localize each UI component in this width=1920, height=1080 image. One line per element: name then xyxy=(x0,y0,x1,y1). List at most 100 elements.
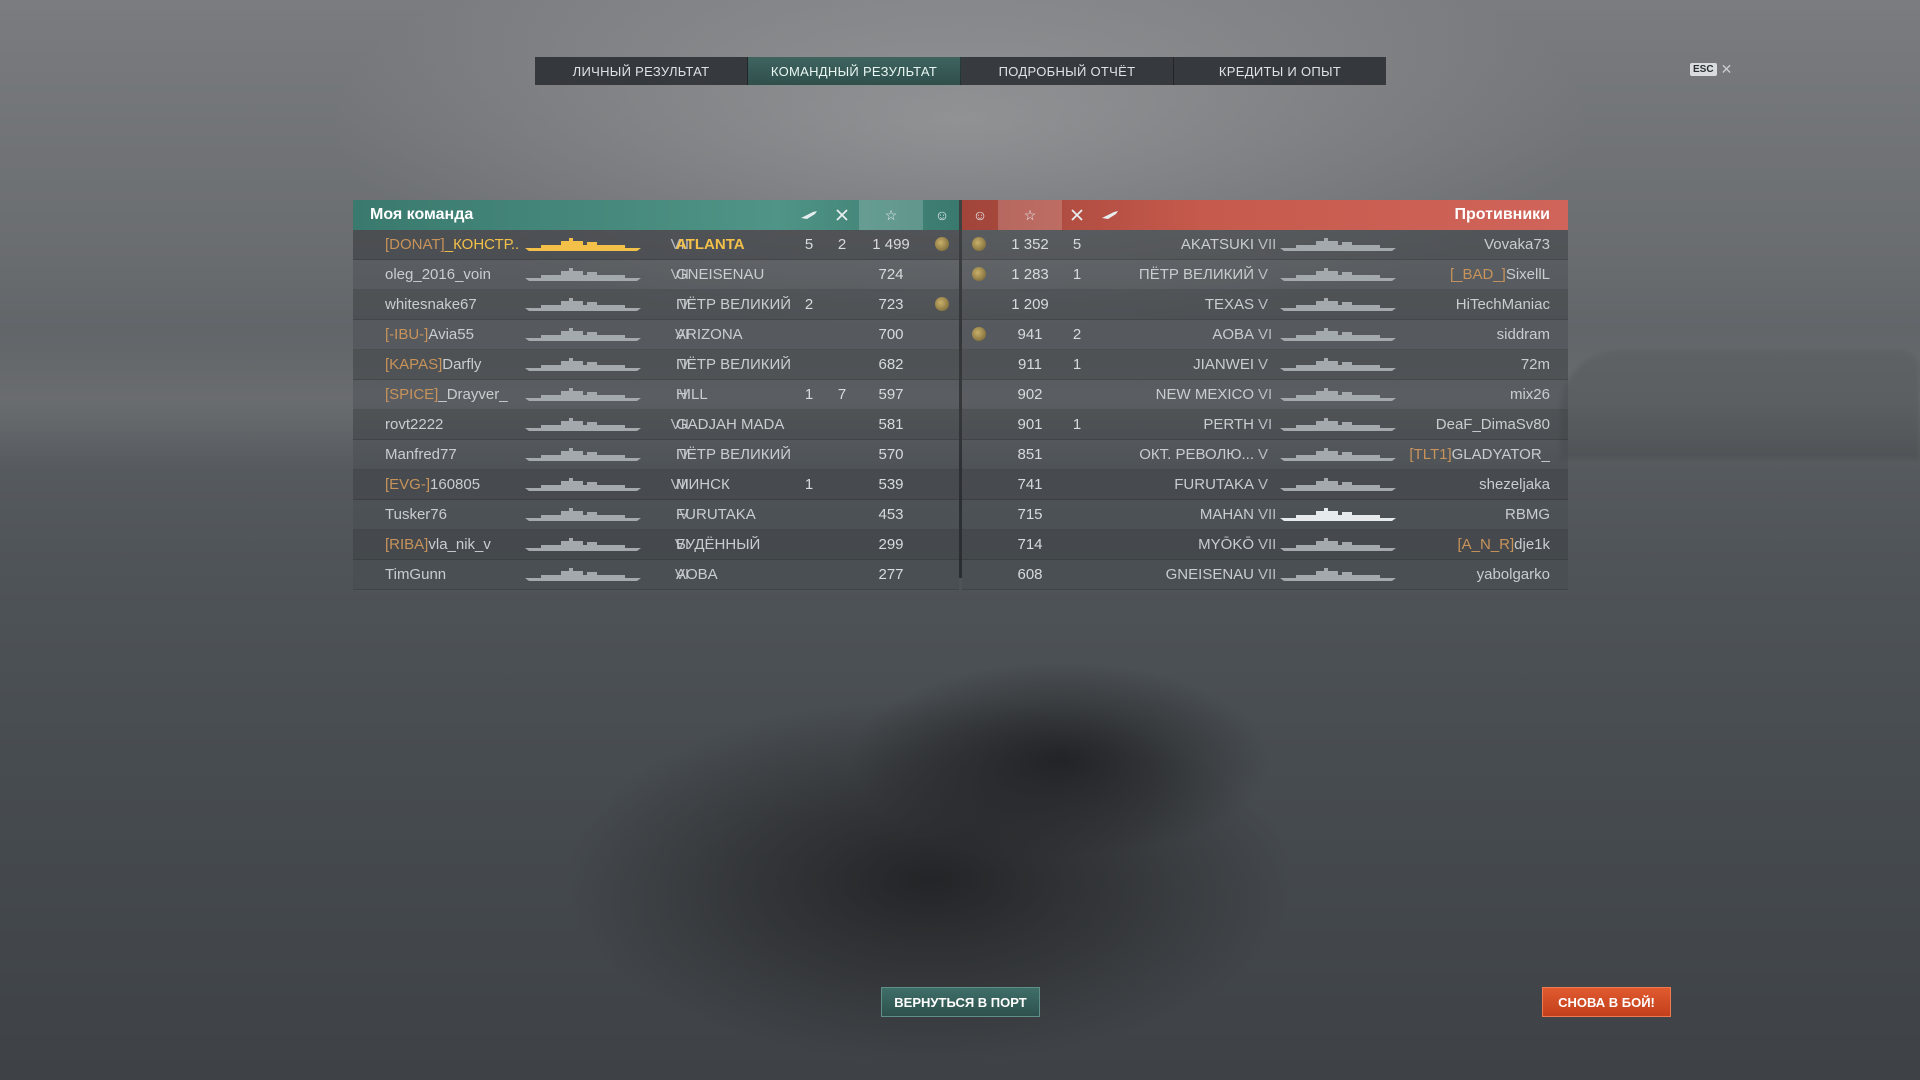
player-name: [_BAD_]SixellL xyxy=(1398,266,1550,283)
base-xp: 715 xyxy=(1017,506,1043,523)
table-row[interactable]: whitesnake67 V ПЁТР ВЕЛИКИЙ 2 723 xyxy=(353,290,959,320)
ship-name: FURUTAKA xyxy=(676,506,756,523)
aircraft-icon xyxy=(793,200,825,230)
ship-name: AOBA xyxy=(1212,326,1254,343)
star-icon: ☆ xyxy=(859,200,923,230)
ship-name: ПЁТР ВЕЛИКИЙ xyxy=(676,296,792,313)
ship-name: AOBA xyxy=(676,566,718,583)
table-row[interactable]: 715 MAHAN VII RBMG xyxy=(962,500,1568,530)
medal-icon xyxy=(935,237,949,251)
player-name: rovt2222 xyxy=(385,416,520,433)
table-row[interactable]: [SPICE]_Drayver_ V HILL 1 7 597 xyxy=(353,380,959,410)
clan-tag: [RIBA] xyxy=(385,536,429,553)
table-row[interactable]: rovt2222 VII GADJAH MADA 581 xyxy=(353,410,959,440)
player-name: [SPICE]_Drayver_ xyxy=(385,386,520,403)
tab-credits-xp[interactable]: КРЕДИТЫ И ОПЫТ xyxy=(1174,57,1386,85)
ship-silhouette-icon xyxy=(523,328,643,341)
table-row[interactable]: TimGunn VI AOBA 277 xyxy=(353,560,959,590)
player-nickname: yabolgarko xyxy=(1476,566,1550,583)
player-name: DeaF_DimaSv80 xyxy=(1398,416,1550,433)
player-nickname: dje1k xyxy=(1514,536,1550,553)
clan-tag: [-IBU-] xyxy=(385,326,429,343)
clan-tag: [TLT1] xyxy=(1409,446,1452,463)
table-row[interactable]: [KAPAS]Darfly V ПЁТР ВЕЛИКИЙ 682 xyxy=(353,350,959,380)
player-name: Vovaka73 xyxy=(1398,236,1550,253)
my-team-rows: [DONAT]_КОНСТР... VII ATLANTA 5 2 1 499 oleg_2… xyxy=(353,230,959,590)
medal-icon xyxy=(935,297,949,311)
base-xp: 724 xyxy=(878,266,904,283)
ship-silhouette-icon xyxy=(1278,478,1398,491)
table-row[interactable]: 1 352 5 AKATSUKI VII Vovaka73 xyxy=(962,230,1568,260)
base-xp: 1 209 xyxy=(1011,296,1049,313)
ship-silhouette-icon xyxy=(1278,238,1398,251)
base-xp: 1 283 xyxy=(1011,266,1049,283)
ship-name: MAHAN xyxy=(1199,506,1254,523)
return-to-port-button[interactable]: ВЕРНУТЬСЯ В ПОРТ xyxy=(881,987,1040,1017)
results-tabs: ЛИЧНЫЙ РЕЗУЛЬТАТ КОМАНДНЫЙ РЕЗУЛЬТАТ ПОД… xyxy=(535,57,1386,85)
ship-silhouette-icon xyxy=(523,388,643,401)
table-row[interactable]: 741 FURUTAKA Vshezeljaka xyxy=(962,470,1568,500)
ship-silhouette-icon xyxy=(1278,298,1398,311)
player-name: siddram xyxy=(1398,326,1550,343)
base-xp: 714 xyxy=(1017,536,1043,553)
kills-icon xyxy=(1062,200,1092,230)
ships-destroyed: 1 xyxy=(1072,266,1082,283)
ship-silhouette-icon xyxy=(1278,388,1398,401)
table-row[interactable]: 901 1 PERTH VI DeaF_DimaSv80 xyxy=(962,410,1568,440)
player-name: whitesnake67 xyxy=(385,296,520,313)
ship-silhouette-icon xyxy=(523,538,643,551)
player-name: [A_N_R]dje1k xyxy=(1398,536,1550,553)
close-icon: ✕ xyxy=(1720,61,1733,77)
table-row[interactable]: 911 1 JIANWEI V 72m xyxy=(962,350,1568,380)
table-row[interactable]: 851 ОКТ. РЕВОЛЮ... V [TLT1]GLADYATOR_ xyxy=(962,440,1568,470)
ship-name: AKATSUKI xyxy=(1180,236,1254,253)
player-name: Manfred77 xyxy=(385,446,520,463)
player-nickname: shezeljaka xyxy=(1479,476,1550,493)
base-xp: 581 xyxy=(878,416,904,433)
table-row[interactable]: [DONAT]_КОНСТР... VII ATLANTA 5 2 1 499 xyxy=(353,230,959,260)
table-row[interactable]: [-IBU-]Avia55 VI ARIZONA 700 xyxy=(353,320,959,350)
base-xp: 941 xyxy=(1017,326,1043,343)
table-row[interactable]: 902 NEW MEXICO VI mix26 xyxy=(962,380,1568,410)
table-row[interactable]: 941 2 AOBA VI siddram xyxy=(962,320,1568,350)
medal-icon xyxy=(972,237,986,251)
ships-destroyed: 5 xyxy=(1072,236,1082,253)
tab-personal-result[interactable]: ЛИЧНЫЙ РЕЗУЛЬТАТ xyxy=(535,57,748,85)
clan-tag: [SPICE] xyxy=(385,386,439,403)
player-nickname: siddram xyxy=(1496,326,1550,343)
ship-name: ПЁТР ВЕЛИКИЙ xyxy=(676,446,792,463)
table-row[interactable]: oleg_2016_voin VII GNEISENAU 724 xyxy=(353,260,959,290)
player-nickname: 72m xyxy=(1520,356,1550,373)
esc-key-label: ESC xyxy=(1690,63,1717,76)
player-nickname: whitesnake67 xyxy=(385,296,477,313)
table-row[interactable]: Manfred77 V ПЁТР ВЕЛИКИЙ 570 xyxy=(353,440,959,470)
tab-detailed-report[interactable]: ПОДРОБНЫЙ ОТЧЁТ xyxy=(961,57,1174,85)
ships-destroyed: 7 xyxy=(837,386,847,403)
player-nickname: Vovaka73 xyxy=(1484,236,1550,253)
table-row[interactable]: 1 209 TEXAS V HiTechManiac xyxy=(962,290,1568,320)
base-xp: 570 xyxy=(878,446,904,463)
table-row[interactable]: 714 MYŌKŌ VII [A_N_R]dje1k xyxy=(962,530,1568,560)
ship-name: FURUTAKA xyxy=(1174,476,1254,493)
tab-team-result[interactable]: КОМАНДНЫЙ РЕЗУЛЬТАТ xyxy=(748,57,961,85)
base-xp: 597 xyxy=(878,386,904,403)
clan-tag: [A_N_R] xyxy=(1457,536,1515,553)
table-row[interactable]: 1 283 1 ПЁТР ВЕЛИКИЙ V [_BAD_]SixellL xyxy=(962,260,1568,290)
base-xp: 1 352 xyxy=(1011,236,1049,253)
battle-again-button[interactable]: СНОВА В БОЙ! xyxy=(1542,987,1671,1017)
table-row[interactable]: [EVG-]160805 VII МИНСК 1 539 xyxy=(353,470,959,500)
table-row[interactable]: [RIBA]vla_nik_v VI БУДЁННЫЙ 299 xyxy=(353,530,959,560)
table-row[interactable]: Tusker76 V FURUTAKA 453 xyxy=(353,500,959,530)
esc-close-button[interactable]: ESC ✕ xyxy=(1690,61,1732,78)
player-name: Tusker76 xyxy=(385,506,520,523)
ship-name: JIANWEI xyxy=(1193,356,1254,373)
base-xp: 539 xyxy=(878,476,904,493)
enemies-panel: ☺ ☆ Противники 1 352 5 AKATSUKI VII Vovaka73… xyxy=(962,200,1568,590)
table-row[interactable]: 608 GNEISENAU VII yabolgarko xyxy=(962,560,1568,590)
player-name: oleg_2016_voin xyxy=(385,266,520,283)
player-name: [-IBU-]Avia55 xyxy=(385,326,520,343)
player-nickname: GLADYATOR_ xyxy=(1451,446,1550,463)
player-name: 72m xyxy=(1398,356,1550,373)
base-xp: 851 xyxy=(1017,446,1043,463)
ship-name: ПЁТР ВЕЛИКИЙ xyxy=(676,356,792,373)
